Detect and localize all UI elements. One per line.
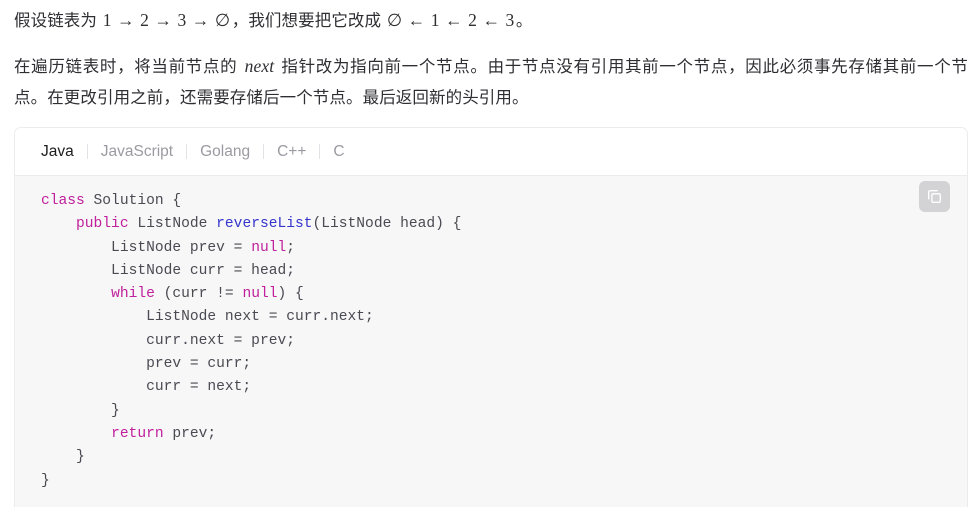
code-token: ListNode curr = head; (41, 262, 295, 279)
linked-list-forward-math: 1 → 2 → 3 → ∅ (102, 10, 231, 30)
code-token: curr.next = prev; (41, 332, 295, 349)
paragraph-approach: 在遍历链表时，将当前节点的 next 指针改为指向前一个节点。由于节点没有引用其… (14, 37, 968, 114)
code-token: prev = curr; (41, 356, 252, 373)
code-token: public (76, 216, 138, 233)
tab-javascript[interactable]: JavaScript (88, 142, 186, 162)
tab-golang[interactable]: Golang (187, 142, 263, 162)
page-root: 假设链表为 1 → 2 → 3 → ∅，我们想要把它改成 ∅ ← 1 ← 2 ←… (0, 0, 978, 507)
code-token: class (41, 193, 94, 209)
paragraph-intro-text-c: 。 (515, 12, 533, 30)
paragraph-intro-text-b: ，我们想要把它改成 (231, 12, 386, 30)
tab-cpp[interactable]: C++ (264, 142, 319, 162)
code-token: } (41, 402, 120, 419)
code-token: ListNode prev = (41, 239, 252, 256)
paragraph-approach-text-a: 在遍历链表时，将当前节点的 (14, 58, 243, 76)
code-token: ListNode next = curr.next; (41, 309, 374, 326)
code-token: (curr != (163, 286, 243, 303)
paragraph-intro: 假设链表为 1 → 2 → 3 → ∅，我们想要把它改成 ∅ ← 1 ← 2 ←… (14, 0, 968, 37)
tab-java[interactable]: Java (31, 142, 87, 162)
code-token: prev; (172, 425, 217, 442)
code-token: ListNode (137, 216, 217, 233)
code-token: (ListNode head) { (312, 216, 462, 233)
code-token: reverseList (216, 216, 313, 233)
tab-c[interactable]: C (320, 142, 357, 162)
language-tab-bar: Java JavaScript Golang C++ C (15, 128, 967, 176)
code-token: while (111, 286, 164, 303)
code-token: ; (286, 239, 295, 256)
next-pointer-math: next (244, 56, 275, 76)
code-token: null (251, 239, 287, 256)
code-card: Java JavaScript Golang C++ C class Solut… (14, 127, 968, 507)
paragraph-intro-text-a: 假设链表为 (14, 12, 102, 30)
copy-icon (926, 188, 943, 205)
code-token: } (41, 472, 50, 489)
code-token: } (41, 449, 85, 466)
linked-list-reversed-math: ∅ ← 1 ← 2 ← 3 (386, 10, 515, 30)
code-block[interactable]: class Solution { public ListNode reverse… (15, 190, 967, 493)
code-token: return (111, 425, 173, 442)
code-token: null (242, 286, 278, 303)
code-token: curr = next; (41, 379, 252, 396)
code-token: ) { (277, 286, 304, 303)
article-prose: 假设链表为 1 → 2 → 3 → ∅，我们想要把它改成 ∅ ← 1 ← 2 ←… (0, 0, 978, 114)
copy-code-button[interactable] (919, 181, 950, 212)
code-body: class Solution { public ListNode reverse… (15, 176, 967, 507)
code-token: Solution { (93, 193, 182, 209)
